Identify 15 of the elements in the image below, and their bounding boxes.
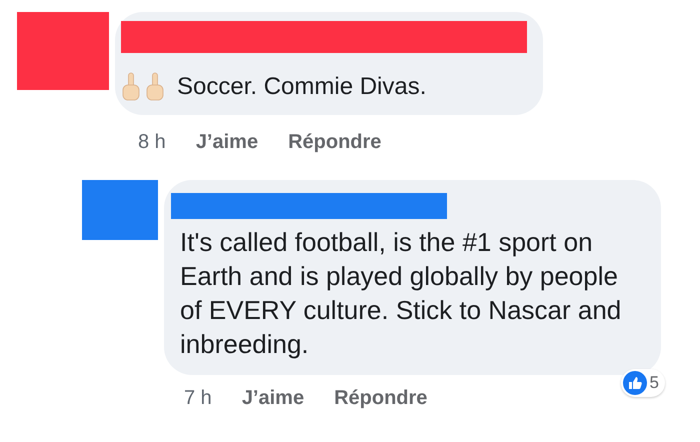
avatar[interactable] [82, 180, 158, 240]
timestamp: 8 h [138, 131, 166, 154]
middle-finger-icon [121, 72, 141, 102]
timestamp: 7 h [184, 387, 212, 410]
reaction-badge[interactable]: 5 [620, 369, 665, 397]
avatar[interactable] [17, 12, 109, 90]
reply-link[interactable]: Répondre [334, 387, 428, 410]
comment-text: Soccer. Commie Divas. [177, 72, 426, 102]
comment-text: It's called football, is the #1 sport on Earth and is played globally by people of EVERY culture. Stick to Nascar and inbreeding. [180, 226, 622, 361]
middle-finger-icon [145, 72, 165, 102]
reply-link[interactable]: Répondre [288, 131, 382, 154]
like-link[interactable]: J’aime [242, 387, 304, 410]
like-link[interactable]: J’aime [196, 131, 258, 154]
like-icon [622, 371, 647, 395]
reaction-count: 5 [650, 373, 659, 393]
